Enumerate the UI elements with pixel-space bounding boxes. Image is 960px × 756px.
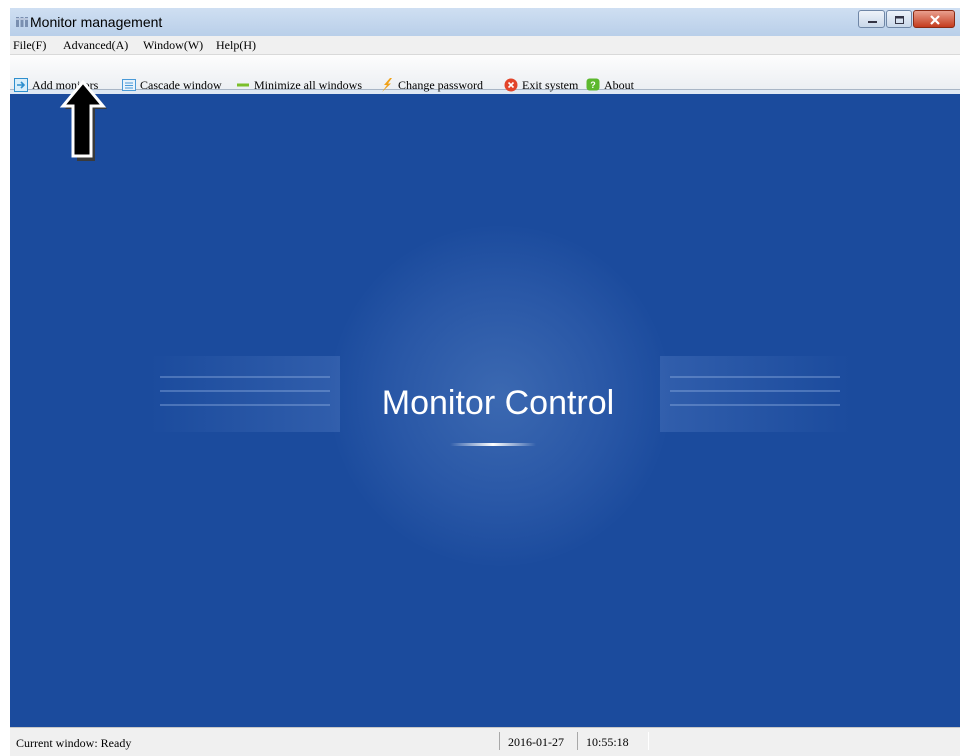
- exit-icon: [504, 78, 518, 92]
- add-monitor-icon: [14, 78, 28, 92]
- cascade-window-label: Cascade window: [140, 78, 222, 92]
- menu-file[interactable]: File(F): [13, 38, 46, 53]
- title-bar[interactable]: Monitor management: [10, 8, 960, 36]
- hero-underline: [450, 443, 536, 446]
- decorative-wing-right: [660, 356, 850, 432]
- lightning-icon: [382, 78, 392, 92]
- status-time-cell: 10:55:18: [577, 732, 649, 750]
- svg-text:?: ?: [590, 80, 596, 90]
- menu-advanced[interactable]: Advanced(A): [63, 38, 128, 53]
- minimize-icon: [868, 21, 877, 23]
- maximize-button[interactable]: [886, 10, 912, 28]
- help-icon: ?: [586, 78, 600, 91]
- decorative-stripe: [670, 376, 840, 378]
- app-icon: [16, 17, 28, 27]
- close-icon: [930, 15, 940, 25]
- hero-title: Monitor Control: [381, 384, 615, 422]
- menu-bar: File(F) Advanced(A) Window(W) Help(H): [10, 36, 960, 55]
- minimize-all-label: Minimize all windows: [254, 78, 362, 92]
- status-time: 10:55:18: [586, 735, 629, 749]
- decorative-stripe: [670, 404, 840, 406]
- window-title: Monitor management: [30, 14, 163, 30]
- decorative-stripe: [160, 390, 330, 392]
- maximize-icon: [895, 16, 904, 24]
- status-date: 2016-01-27: [508, 735, 564, 749]
- decorative-stripe: [160, 404, 330, 406]
- about-label: About: [604, 78, 634, 92]
- toolbar: Add monitors Cascade window Minimize all…: [10, 55, 960, 92]
- cascade-icon: [122, 79, 136, 91]
- status-date-cell: 2016-01-27: [499, 732, 578, 750]
- decorative-stripe: [160, 376, 330, 378]
- decorative-stripe: [670, 390, 840, 392]
- minimize-bar-icon: [237, 83, 249, 87]
- main-workspace[interactable]: Monitor Control: [10, 94, 960, 727]
- minimize-button[interactable]: [858, 10, 885, 28]
- status-current-window: Current window: Ready: [16, 736, 132, 750]
- status-bar: Current window: Ready 2016-01-27 10:55:1…: [10, 727, 960, 756]
- menu-window[interactable]: Window(W): [143, 38, 203, 53]
- close-button[interactable]: [913, 10, 955, 28]
- up-arrow-icon: [59, 80, 107, 161]
- menu-help[interactable]: Help(H): [216, 38, 256, 53]
- application-window: Monitor management File(F) Advanced(A) W…: [10, 8, 960, 756]
- decorative-wing-left: [150, 356, 340, 432]
- change-password-label: Change password: [398, 78, 483, 92]
- exit-system-label: Exit system: [522, 78, 579, 92]
